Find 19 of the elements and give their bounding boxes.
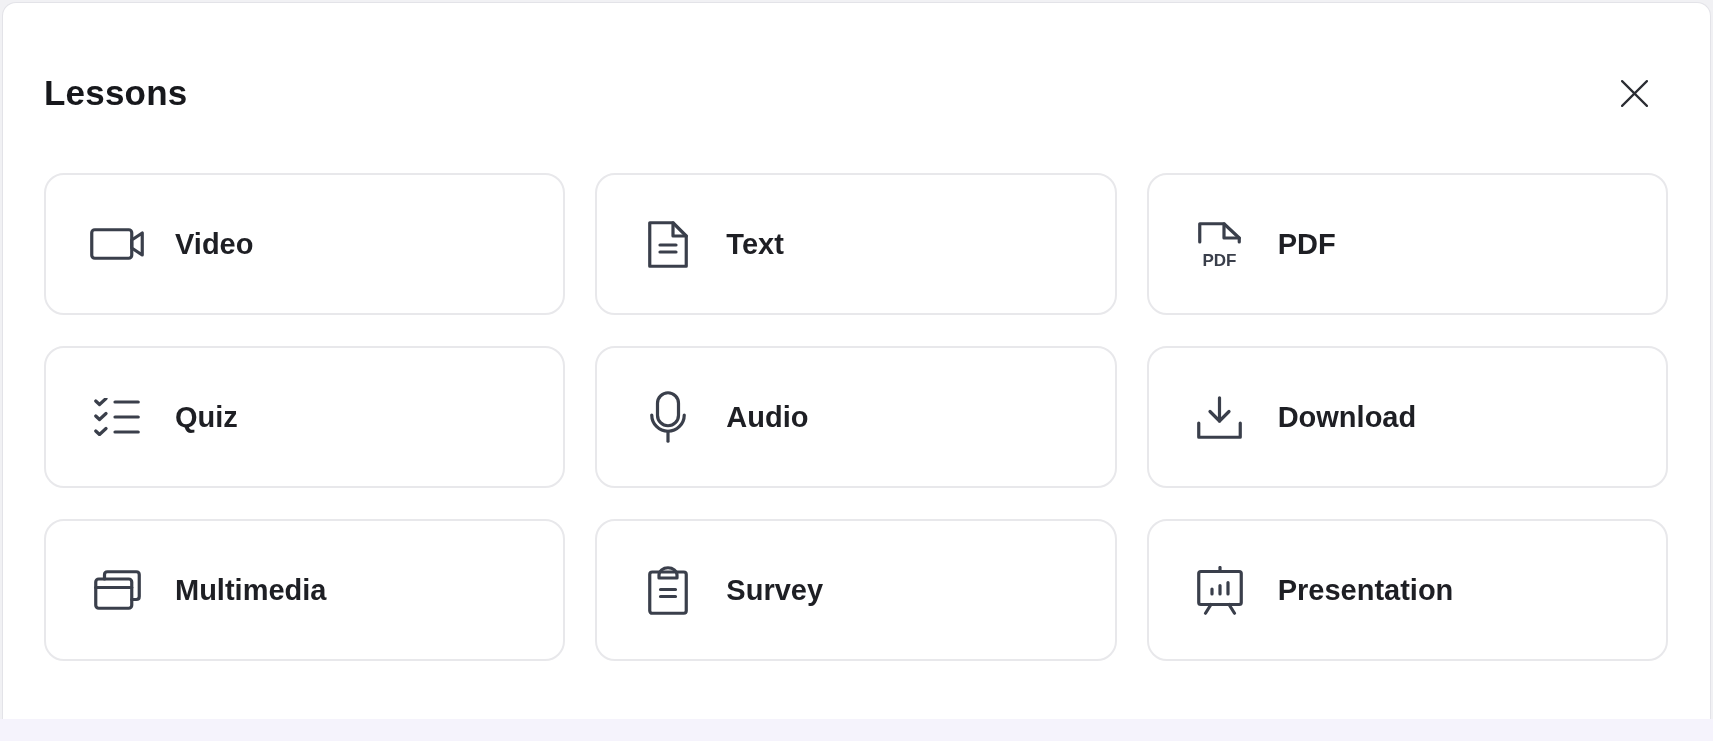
- close-icon: [1621, 79, 1648, 107]
- stacked-windows-icon: [93, 570, 141, 610]
- chart-easel-icon: [1196, 565, 1243, 615]
- lesson-type-option[interactable]: Presentation: [1146, 519, 1668, 661]
- lesson-type-option[interactable]: Audio: [595, 346, 1117, 488]
- clipboard-icon: [648, 565, 689, 615]
- lesson-type-option[interactable]: Multimedia: [44, 519, 566, 661]
- microphone-icon: [650, 391, 687, 443]
- lesson-type-option[interactable]: Download: [1146, 346, 1668, 488]
- checklist-icon: [94, 398, 140, 436]
- lesson-type-option[interactable]: Video: [44, 173, 566, 315]
- lesson-type-option[interactable]: Quiz: [44, 346, 566, 488]
- lesson-type-option[interactable]: Text: [595, 173, 1117, 315]
- lesson-type-option[interactable]: PDF PDF: [1146, 173, 1668, 315]
- lesson-type-option[interactable]: Survey: [595, 519, 1117, 661]
- dialog-title: Lessons: [44, 73, 188, 113]
- download-icon: [1197, 395, 1243, 439]
- video-camera-icon: [90, 228, 144, 260]
- document-icon: [648, 220, 689, 268]
